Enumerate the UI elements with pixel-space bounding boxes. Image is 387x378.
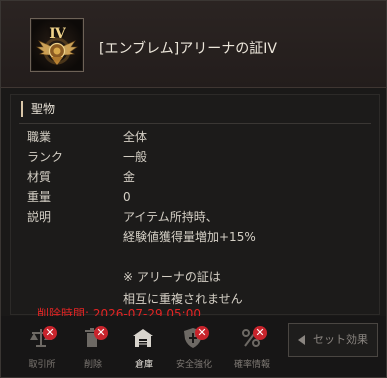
item-tooltip-panel: IV [エンブレム]アリーナの証IV 聖物 職業 全体 ランク 一般 材質 金 …: [0, 0, 387, 378]
probability-info-button[interactable]: ✕ 確率情報: [229, 324, 275, 370]
button-label: 安全強化: [175, 360, 212, 370]
item-header: IV [エンブレム]アリーナの証IV: [1, 1, 386, 88]
action-bar: ✕ 取引所 ✕ 削除 倉庫 ✕ 安全強化 ✕ 確率情報 セット効果: [1, 316, 386, 377]
button-label: 確率情報: [233, 360, 270, 370]
stat-label: 重量: [27, 190, 52, 204]
item-name: [エンブレム]アリーナの証IV: [99, 41, 277, 57]
winged-emblem-icon: [36, 37, 78, 65]
delete-button[interactable]: ✕ 削除: [70, 324, 116, 370]
stat-value: 金: [123, 170, 136, 184]
stat-label: 材質: [27, 170, 52, 184]
description-line: 経験値獲得量増加+15%: [123, 230, 256, 244]
set-effect-button[interactable]: セット効果: [288, 323, 378, 357]
button-label: 取引所: [28, 360, 56, 370]
disabled-badge-icon: ✕: [94, 326, 108, 340]
disabled-badge-icon: ✕: [43, 326, 57, 340]
stat-value: アイテム所持時、: [123, 210, 218, 224]
warehouse-icon: [133, 329, 153, 347]
stat-value: 0: [123, 190, 131, 204]
stat-value: 全体: [123, 130, 148, 144]
arrow-left-icon: [298, 335, 305, 345]
button-label: 削除: [83, 360, 102, 370]
warehouse-button[interactable]: 倉庫: [121, 324, 167, 370]
stat-label: 職業: [27, 130, 52, 144]
item-details[interactable]: 聖物 職業 全体 ランク 一般 材質 金 重量 0 説明 アイテム所持時、 経験…: [10, 94, 380, 315]
emblem-item-icon: IV: [30, 18, 84, 72]
disabled-badge-icon: ✕: [195, 326, 209, 340]
stat-label: 説明: [27, 210, 52, 224]
section-title: 聖物: [21, 101, 55, 117]
stat-value: 一般: [123, 150, 148, 164]
description-line: ※ アリーナの証は: [123, 270, 221, 284]
stat-label: ランク: [27, 150, 64, 164]
exchange-button[interactable]: ✕ 取引所: [19, 324, 65, 370]
set-effect-label: セット効果: [313, 333, 368, 346]
safe-enhance-button[interactable]: ✕ 安全強化: [171, 324, 217, 370]
section-divider: [19, 123, 371, 124]
disabled-badge-icon: ✕: [253, 326, 267, 340]
